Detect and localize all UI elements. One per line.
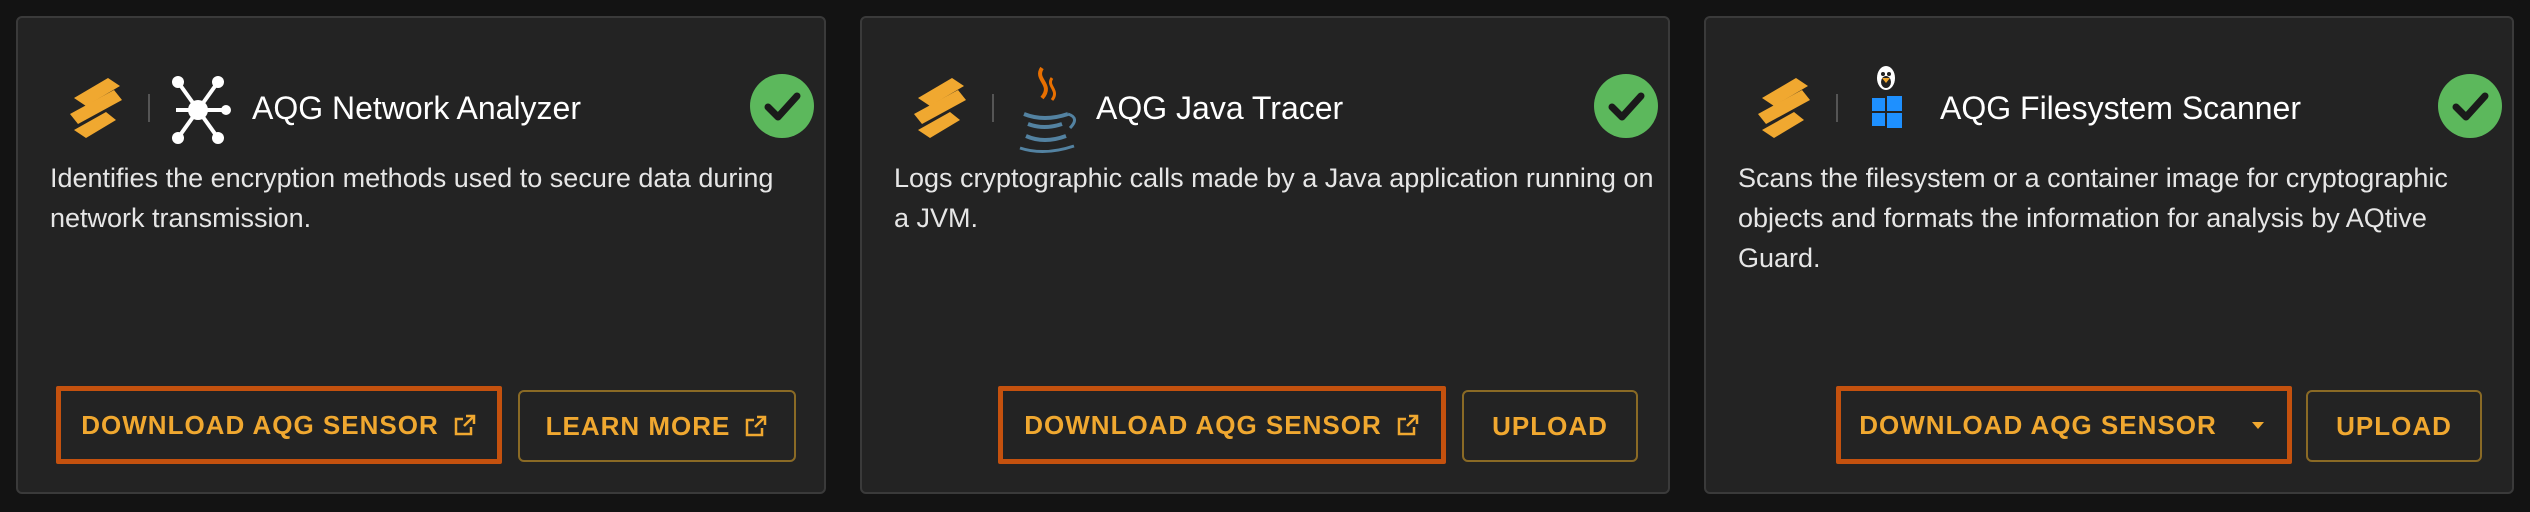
network-nodes-icon	[172, 76, 231, 144]
card-header: AQG Network Analyzer	[48, 58, 814, 162]
card-description: Identifies the encryption methods used t…	[50, 163, 774, 233]
learn-more-button[interactable]: LEARN MORE	[518, 390, 796, 462]
success-check-icon	[750, 74, 814, 138]
card-java-tracer: AQG Java Tracer Logs cryptographic calls…	[860, 16, 1670, 494]
java-icon	[1019, 66, 1076, 153]
linux-windows-icon	[1872, 66, 1902, 128]
card-network-analyzer: AQG Network Analyzer Identifies the encr…	[16, 16, 826, 494]
upload-button[interactable]: UPLOAD	[2306, 390, 2482, 462]
header-divider	[1836, 94, 1838, 122]
external-link-icon	[746, 415, 767, 437]
external-link-icon	[454, 414, 475, 436]
sandboxaq-logo-icon	[914, 78, 966, 138]
button-label: DOWNLOAD AQG SENSOR	[1859, 409, 2217, 440]
success-check-icon	[2438, 74, 2502, 138]
card-header: AQG Java Tracer	[892, 58, 1658, 162]
button-label: UPLOAD	[2336, 410, 2452, 441]
external-link-icon	[1397, 414, 1418, 436]
card-description: Logs cryptographic calls made by a Java …	[894, 163, 1654, 233]
button-label: DOWNLOAD AQG SENSOR	[1024, 409, 1382, 440]
header-divider	[992, 94, 994, 122]
card-title: AQG Java Tracer	[1096, 90, 1344, 126]
card-title: AQG Filesystem Scanner	[1940, 90, 2301, 126]
download-aqg-sensor-button[interactable]: DOWNLOAD AQG SENSOR	[56, 386, 502, 464]
card-title: AQG Network Analyzer	[252, 90, 581, 126]
header-divider	[148, 94, 150, 122]
card-header: AQG Filesystem Scanner	[1736, 58, 2502, 162]
upload-button[interactable]: UPLOAD	[1462, 390, 1638, 462]
button-label: DOWNLOAD AQG SENSOR	[81, 409, 439, 440]
button-label: LEARN MORE	[545, 410, 731, 441]
card-filesystem-scanner: AQG Filesystem Scanner Scans the filesys…	[1704, 16, 2514, 494]
success-check-icon	[1594, 74, 1658, 138]
sandboxaq-logo-icon	[70, 78, 122, 138]
sandboxaq-logo-icon	[1758, 78, 1810, 138]
button-label: UPLOAD	[1492, 410, 1608, 441]
download-aqg-sensor-dropdown-button[interactable]: DOWNLOAD AQG SENSOR	[1836, 386, 2292, 464]
download-aqg-sensor-button[interactable]: DOWNLOAD AQG SENSOR	[998, 386, 1446, 464]
chevron-down-icon	[2251, 422, 2264, 429]
card-description: Scans the filesystem or a container imag…	[1738, 163, 2448, 273]
